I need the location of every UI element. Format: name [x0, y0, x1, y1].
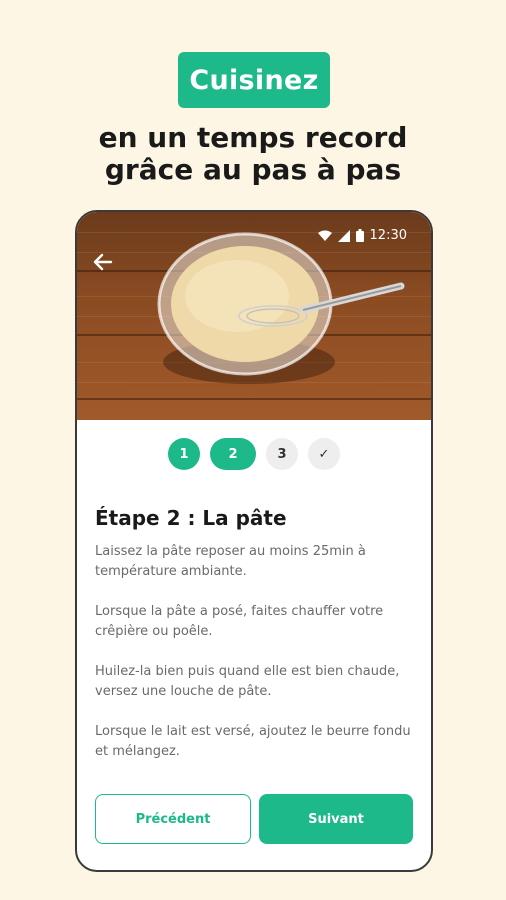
headline-line-2: grâce au pas à pas: [104, 153, 402, 186]
recipe-photo: [77, 212, 431, 420]
promo-badge: Cuisinez: [178, 52, 330, 108]
back-button[interactable]: [93, 252, 113, 275]
status-bar: 12:30: [317, 228, 407, 243]
step-2[interactable]: 2: [210, 438, 256, 470]
step-title: Étape 2 : La pâte: [95, 506, 287, 530]
next-button[interactable]: Suivant: [259, 794, 413, 844]
previous-button[interactable]: Précédent: [95, 794, 251, 844]
instruction-paragraph: Lorsque la pâte a posé, faites chauffer …: [95, 604, 384, 639]
battery-icon: [355, 229, 364, 242]
phone-frame: 12:30 1 2 3 ✓ Étape 2 : La pâte Laissez …: [75, 210, 433, 872]
arrow-left-icon: [93, 253, 113, 271]
status-time: 12:30: [369, 228, 407, 243]
step-indicator: 1 2 3 ✓: [77, 438, 431, 470]
signal-icon: [337, 229, 350, 242]
instruction-paragraph: Huilez-la bien puis quand elle est bien …: [95, 664, 400, 699]
promo-headline: en un temps record grâce au pas à pas: [0, 122, 506, 186]
batter-bowl-illustration: [157, 232, 405, 384]
step-3[interactable]: 3: [266, 438, 298, 470]
wifi-icon: [317, 230, 332, 241]
instruction-paragraph: Lorsque le lait est versé, ajoutez le be…: [95, 724, 411, 759]
step-finish-check-icon[interactable]: ✓: [308, 438, 340, 470]
headline-line-1: en un temps record: [98, 121, 408, 154]
instruction-paragraph: Laissez la pâte reposer au moins 25min à…: [95, 544, 366, 579]
step-1[interactable]: 1: [168, 438, 200, 470]
